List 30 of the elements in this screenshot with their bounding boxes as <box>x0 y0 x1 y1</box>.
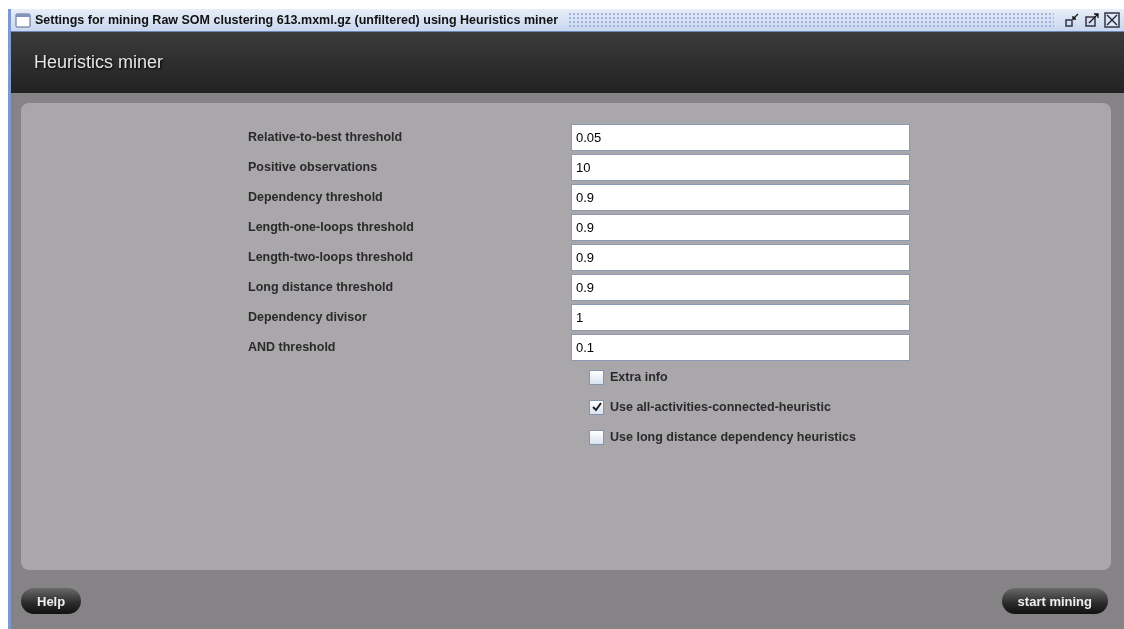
input-field[interactable]: 0.9 <box>571 213 910 241</box>
start-button[interactable]: start mining <box>1001 588 1108 614</box>
field-label: Positive observations <box>247 160 379 174</box>
field-label: Dependency divisor <box>247 310 368 324</box>
input-field[interactable]: 0.05 <box>571 123 910 151</box>
checkbox[interactable] <box>589 399 604 415</box>
input-field[interactable]: 0.9 <box>571 273 910 301</box>
field-label: AND threshold <box>247 340 337 354</box>
field-label: Long distance threshold <box>247 280 395 294</box>
checkbox[interactable] <box>589 429 604 445</box>
help-button[interactable]: Help <box>21 588 82 614</box>
input-field[interactable]: 0.9 <box>571 243 910 271</box>
input-field[interactable]: 0.9 <box>571 183 910 211</box>
field-label: Relative-to-best threshold <box>247 130 404 144</box>
input-field[interactable]: 10 <box>571 153 910 181</box>
checkbox[interactable] <box>589 369 604 385</box>
field-label: Length-two-loops threshold <box>247 250 415 264</box>
input-field[interactable]: 0.1 <box>571 333 910 361</box>
input-field[interactable]: 1 <box>571 303 910 331</box>
checkbox-label: Extra info <box>610 370 668 384</box>
window-icon <box>15 12 31 28</box>
checkbox-label: Use all-activities-connected-heuristic <box>610 400 831 414</box>
checkbox-label: Use long distance dependency heuristics <box>610 430 856 444</box>
window-title: Settings for mining Raw SOM clustering 613.mxml.gz (unfiltered) using Heuristics miner <box>35 13 558 27</box>
field-label: Length-one-loops threshold <box>247 220 415 234</box>
field-label: Dependency threshold <box>247 190 384 204</box>
restore-icon[interactable] <box>1064 12 1080 28</box>
maximize-icon[interactable] <box>1084 12 1100 28</box>
close-icon[interactable] <box>1104 12 1120 28</box>
header-title: Heuristics miner <box>34 51 164 74</box>
